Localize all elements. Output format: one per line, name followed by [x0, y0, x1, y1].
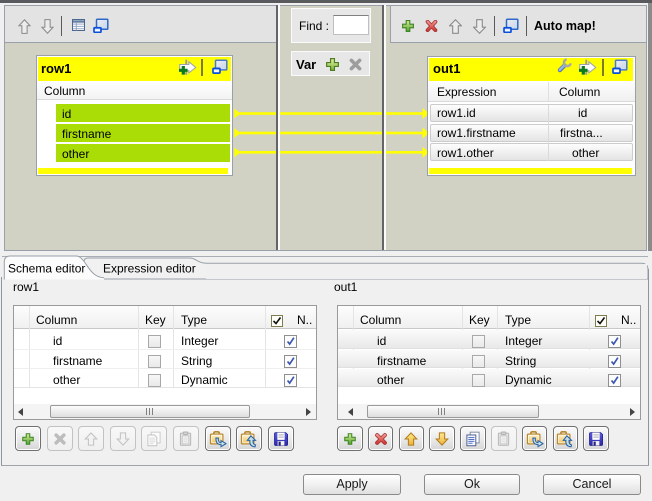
svg-text:Schema editor: Schema editor — [8, 262, 85, 276]
svg-text:Expression editor: Expression editor — [103, 262, 196, 276]
